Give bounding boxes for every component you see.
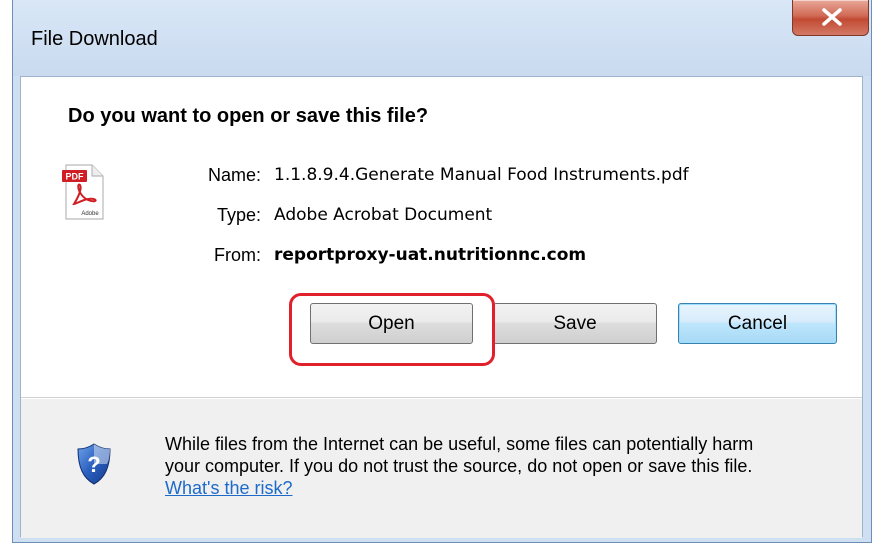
- warning-line-2: your computer. If you do not trust the s…: [165, 456, 753, 476]
- whats-the-risk-link[interactable]: What's the risk?: [165, 478, 292, 498]
- warning-text: While files from the Internet can be use…: [165, 433, 865, 499]
- type-value: Adobe Acrobat Document: [274, 205, 493, 225]
- save-button[interactable]: Save: [493, 303, 657, 344]
- file-download-dialog: File Download Do you want to open or sav…: [12, 0, 872, 543]
- dialog-content: Do you want to open or save this file? P…: [20, 76, 863, 538]
- cancel-button[interactable]: Cancel: [678, 303, 837, 344]
- title-bar[interactable]: File Download: [13, 0, 871, 76]
- close-button[interactable]: [792, 0, 869, 36]
- from-label: From:: [214, 245, 261, 265]
- window-title: File Download: [31, 28, 158, 50]
- close-icon: [822, 8, 842, 26]
- type-label: Type:: [216, 205, 261, 225]
- from-value: reportproxy-uat.nutritionnc.com: [274, 245, 587, 265]
- svg-text:?: ?: [87, 452, 100, 477]
- dialog-question: Do you want to open or save this file?: [68, 105, 429, 127]
- warning-line-1: While files from the Internet can be use…: [165, 434, 754, 454]
- open-button-highlight: [289, 293, 495, 366]
- security-shield-icon: ?: [77, 443, 111, 485]
- warning-footer: ? While files from the Internet can be u…: [21, 399, 862, 538]
- name-label: Name:: [207, 165, 261, 185]
- name-value: 1.1.8.9.4.Generate Manual Food Instrumen…: [274, 165, 689, 185]
